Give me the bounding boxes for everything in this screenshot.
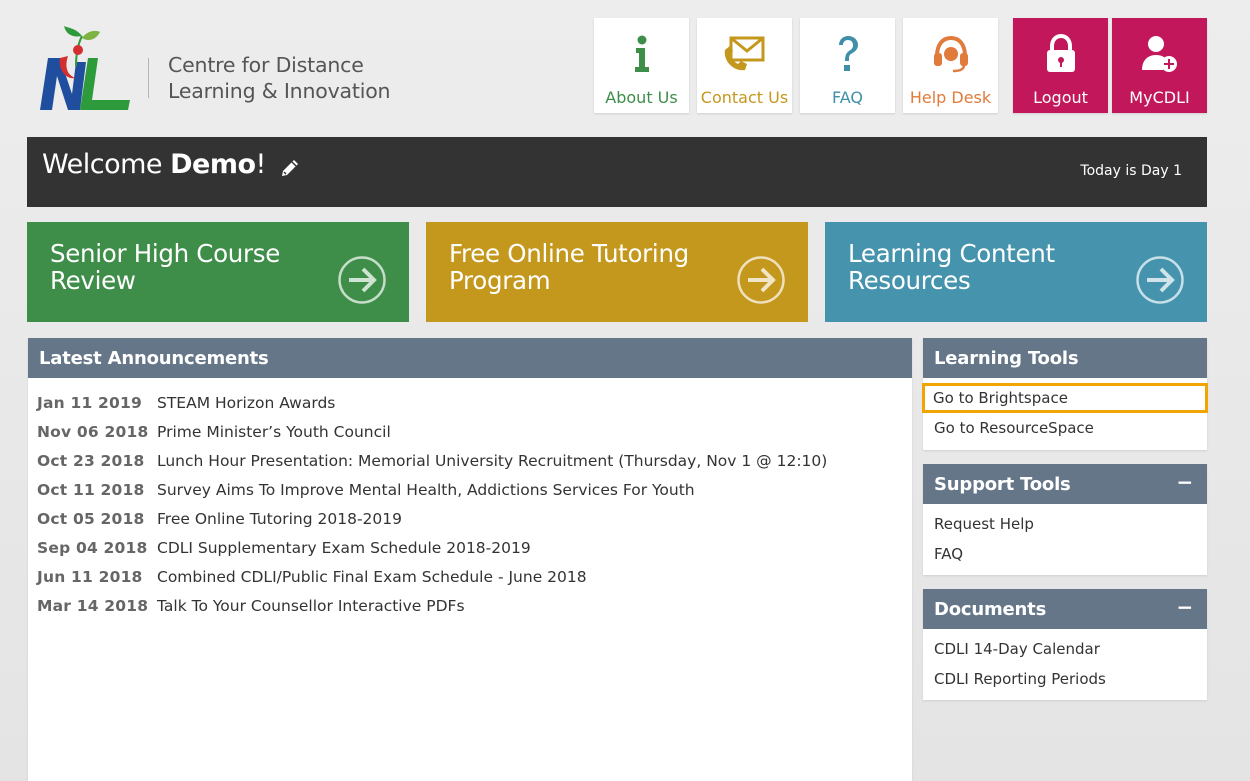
- announcements-panel: Latest Announcements Jan 11 2019 STEAM Ho…: [28, 338, 912, 781]
- documents-header: Documents −: [923, 589, 1207, 629]
- announcement-item[interactable]: Mar 14 2018 Talk To Your Counsellor Inter…: [37, 591, 903, 620]
- support-tools-list: Request Help FAQ: [923, 504, 1207, 575]
- user-add-icon: [1112, 32, 1207, 76]
- documents-panel: Documents − CDLI 14-Day Calendar CDLI Re…: [923, 589, 1207, 700]
- support-tools-header: Support Tools −: [923, 464, 1207, 504]
- welcome-suffix: !: [255, 149, 267, 180]
- welcome-username: Demo: [170, 149, 256, 180]
- arrow-right-circle-icon: [1135, 255, 1185, 305]
- announcement-date: Jun 11 2018: [37, 567, 143, 586]
- announcement-date: Jan 11 2019: [37, 393, 142, 412]
- support-tools-title: Support Tools: [934, 474, 1071, 495]
- info-icon: [594, 32, 689, 76]
- tile-title: Senior High Course Review: [50, 239, 281, 295]
- tile-title: Learning Content Resources: [848, 239, 1055, 295]
- org-name-line1: Centre for Distance: [168, 53, 364, 77]
- announcement-link[interactable]: Survey Aims To Improve Mental Health, Ad…: [157, 481, 695, 499]
- announcement-item[interactable]: Oct 05 2018 Free Online Tutoring 2018-201…: [37, 504, 903, 533]
- learning-tools-header: Learning Tools: [923, 338, 1207, 378]
- announcement-item[interactable]: Sep 04 2018 CDLI Supplementary Exam Sched…: [37, 533, 903, 562]
- learning-tools-list: Go to Brightspace Go to ResourceSpace: [922, 378, 1208, 449]
- go-to-resourcespace-link[interactable]: Go to ResourceSpace: [923, 413, 1207, 443]
- announcement-item[interactable]: Oct 23 2018 Lunch Hour Presentation: Memo…: [37, 446, 903, 475]
- help-desk-button[interactable]: Help Desk: [903, 18, 998, 113]
- contact-us-label: Contact Us: [700, 88, 789, 107]
- announcement-date: Oct 05 2018: [37, 509, 145, 528]
- pencil-edit-icon[interactable]: [279, 157, 301, 179]
- arrow-right-circle-icon: [337, 255, 387, 305]
- announcement-link[interactable]: Prime Minister’s Youth Council: [157, 423, 391, 441]
- announcement-link[interactable]: STEAM Horizon Awards: [157, 394, 335, 412]
- announcement-link[interactable]: Free Online Tutoring 2018-2019: [157, 510, 402, 528]
- about-us-label: About Us: [605, 88, 678, 107]
- today-day-label: Today is Day 1: [1080, 163, 1182, 179]
- org-name-line2: Learning & Innovation: [168, 79, 391, 103]
- nl-logo-icon[interactable]: [38, 22, 133, 114]
- request-help-link[interactable]: Request Help: [923, 509, 1207, 539]
- help-desk-label: Help Desk: [909, 88, 992, 107]
- logout-label: Logout: [1033, 88, 1088, 107]
- logo-divider: [148, 58, 149, 98]
- contact-us-button[interactable]: Contact Us: [697, 18, 792, 113]
- learning-content-resources-tile[interactable]: Learning Content Resources: [825, 222, 1207, 322]
- announcement-item[interactable]: Oct 11 2018 Survey Aims To Improve Mental…: [37, 475, 903, 504]
- collapse-minus-icon[interactable]: −: [1176, 470, 1193, 494]
- mycdli-button[interactable]: MyCDLI: [1112, 18, 1207, 113]
- announcement-link[interactable]: Combined CDLI/Public Final Exam Schedule…: [157, 568, 587, 586]
- collapse-minus-icon[interactable]: −: [1176, 595, 1193, 619]
- announcement-date: Oct 11 2018: [37, 480, 145, 499]
- documents-list: CDLI 14-Day Calendar CDLI Reporting Peri…: [923, 629, 1207, 700]
- announcement-link[interactable]: Lunch Hour Presentation: Memorial Univer…: [157, 452, 827, 470]
- senior-high-course-review-tile[interactable]: Senior High Course Review: [27, 222, 409, 322]
- arrow-right-circle-icon: [736, 255, 786, 305]
- faq-button[interactable]: FAQ: [800, 18, 895, 113]
- announcement-item[interactable]: Nov 06 2018 Prime Minister’s Youth Counci…: [37, 417, 903, 446]
- org-name: Centre for Distance Learning & Innovatio…: [168, 52, 391, 104]
- announcement-item[interactable]: Jan 11 2019 STEAM Horizon Awards: [37, 388, 903, 417]
- mycdli-label: MyCDLI: [1129, 88, 1190, 107]
- announcement-link[interactable]: Talk To Your Counsellor Interactive PDFs: [157, 597, 465, 615]
- envelope-phone-icon: [697, 32, 792, 76]
- free-online-tutoring-tile[interactable]: Free Online Tutoring Program: [426, 222, 808, 322]
- announcement-date: Nov 06 2018: [37, 422, 149, 441]
- cdli-reporting-periods-link[interactable]: CDLI Reporting Periods: [923, 664, 1207, 694]
- faq-label: FAQ: [832, 88, 863, 107]
- welcome-bar: Welcome Demo! Today is Day 1: [27, 137, 1207, 207]
- faq-link[interactable]: FAQ: [923, 539, 1207, 569]
- cdli-14-day-calendar-link[interactable]: CDLI 14-Day Calendar: [923, 634, 1207, 664]
- logout-button[interactable]: Logout: [1013, 18, 1108, 113]
- announcement-date: Sep 04 2018: [37, 538, 148, 557]
- about-us-button[interactable]: About Us: [594, 18, 689, 113]
- welcome-prefix: Welcome: [42, 149, 171, 180]
- headset-icon: [903, 32, 998, 76]
- learning-tools-panel: Learning Tools Go to Brightspace Go to R…: [922, 338, 1208, 450]
- tile-title: Free Online Tutoring Program: [449, 239, 689, 295]
- announcement-date: Mar 14 2018: [37, 596, 149, 615]
- announcement-item[interactable]: Jun 11 2018 Combined CDLI/Public Final Ex…: [37, 562, 903, 591]
- documents-title: Documents: [934, 599, 1047, 620]
- welcome-greeting: Welcome Demo!: [42, 149, 266, 180]
- go-to-brightspace-link[interactable]: Go to Brightspace: [922, 383, 1208, 413]
- lock-icon: [1013, 32, 1108, 76]
- announcement-date: Oct 23 2018: [37, 451, 145, 470]
- announcement-list: Jan 11 2019 STEAM Horizon Awards Nov 06 2…: [28, 378, 912, 620]
- announcement-link[interactable]: CDLI Supplementary Exam Schedule 2018-20…: [157, 539, 531, 557]
- announcements-header: Latest Announcements: [28, 338, 912, 378]
- question-icon: [800, 32, 895, 76]
- support-tools-panel: Support Tools − Request Help FAQ: [923, 464, 1207, 575]
